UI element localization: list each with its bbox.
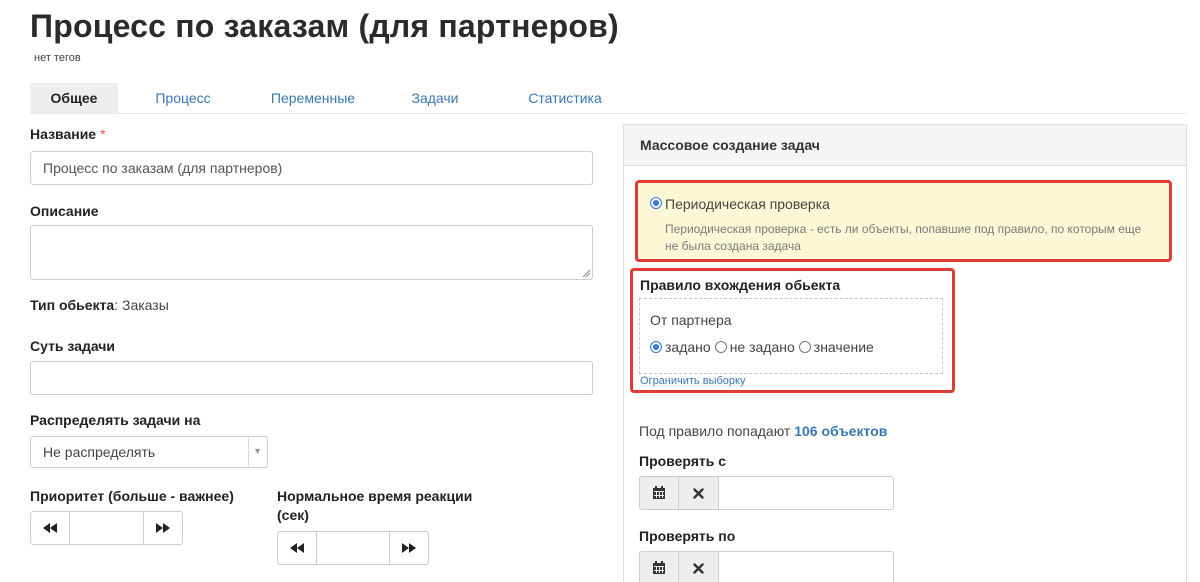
periodic-radio[interactable] [650,197,662,209]
priority-input[interactable] [70,511,143,545]
limit-selection-link[interactable]: Ограничить выборку [640,375,745,387]
calendar-icon [653,486,665,499]
distribute-select[interactable]: Не распределять ▼ [30,436,268,468]
required-mark: * [99,126,106,142]
distribute-select-value: Не распределять [43,444,156,460]
distribute-label: Распределять задачи на [30,412,201,428]
clear-button[interactable] [679,551,719,582]
check-to-date [639,551,894,582]
rule-title: Правило вхождения обьекта [640,277,841,293]
check-from-date [639,476,894,510]
panel-title: Массовое создание задач [624,125,1186,166]
periodic-check-option[interactable] [650,196,662,214]
description-textarea[interactable] [30,225,593,280]
rule-options: задано не задано значение [650,339,874,355]
fast-forward-icon [402,543,416,553]
reaction-time-stepper [277,531,429,565]
calendar-icon [653,561,665,574]
tab-tasks[interactable]: Задачи [402,83,468,114]
option-set-label: задано [665,339,711,355]
priority-label: Приоритет (больше - важнее) [30,488,234,504]
fast-backward-icon [43,523,57,533]
tags-label: нет тегов [34,52,81,64]
object-type-label: Тип обьекта [30,297,115,313]
clear-button[interactable] [679,476,719,510]
tab-variables[interactable]: Переменные [258,83,368,114]
object-type-value: : Заказы [114,297,169,313]
resize-handle-icon[interactable] [582,269,590,277]
periodic-description: Периодическая проверка - есть ли объекты… [665,221,1141,255]
check-from-input[interactable] [719,476,894,510]
option-value-label: значение [813,339,874,355]
close-icon [693,562,704,574]
option-value-radio[interactable] [798,341,811,353]
fast-backward-icon [290,543,304,553]
tab-general[interactable]: Общее [30,83,118,114]
reaction-time-label-line2: (сек) [277,507,309,523]
check-to-label: Проверять по [639,528,736,544]
object-type: Тип обьекта: Заказы [30,297,169,313]
objects-count: Под правило попадают 106 объектов [639,423,887,439]
close-icon [693,487,704,499]
check-from-label: Проверять с [639,453,727,469]
option-set-radio[interactable] [650,341,662,353]
select-divider [248,437,249,467]
name-input[interactable]: Процесс по заказам (для партнеров) [30,151,593,185]
check-to-input[interactable] [719,551,894,582]
periodic-description-line1: Периодическая проверка - есть ли объекты… [665,222,1142,236]
tab-process[interactable]: Процесс [143,83,223,114]
page-title: Процесс по заказам (для партнеров) [30,8,619,44]
rule-condition-box [639,298,943,374]
option-not-set-radio[interactable] [714,341,727,353]
reaction-time-input[interactable] [317,531,389,565]
option-not-set-label: не задано [729,339,795,355]
objects-count-link[interactable]: 106 объектов [794,423,887,439]
fast-forward-icon [156,523,170,533]
rule-field-label: От партнера [650,312,732,328]
decrease-button[interactable] [277,531,317,565]
increase-button[interactable] [389,531,429,565]
task-essence-label: Суть задачи [30,338,116,354]
tab-statistics[interactable]: Статистика [510,83,620,114]
periodic-label: Периодическая проверка [665,196,830,212]
reaction-time-label: Нормальное время реакции (сек) [277,488,472,523]
caret-down-icon: ▼ [253,446,262,456]
reaction-time-label-line1: Нормальное время реакции [277,488,473,504]
decrease-button[interactable] [30,511,70,545]
task-essence-input[interactable] [30,361,593,395]
tab-bar: Общее Процесс Переменные Задачи Статисти… [30,83,1187,114]
name-label: Название * [30,126,106,142]
name-input-value: Процесс по заказам (для партнеров) [43,160,283,176]
description-label: Описание [30,203,99,219]
calendar-button[interactable] [639,476,679,510]
objects-count-prefix: Под правило попадают [639,423,791,439]
calendar-button[interactable] [639,551,679,582]
increase-button[interactable] [143,511,183,545]
priority-stepper [30,511,183,545]
periodic-description-line2: не была создана задача [665,239,801,253]
